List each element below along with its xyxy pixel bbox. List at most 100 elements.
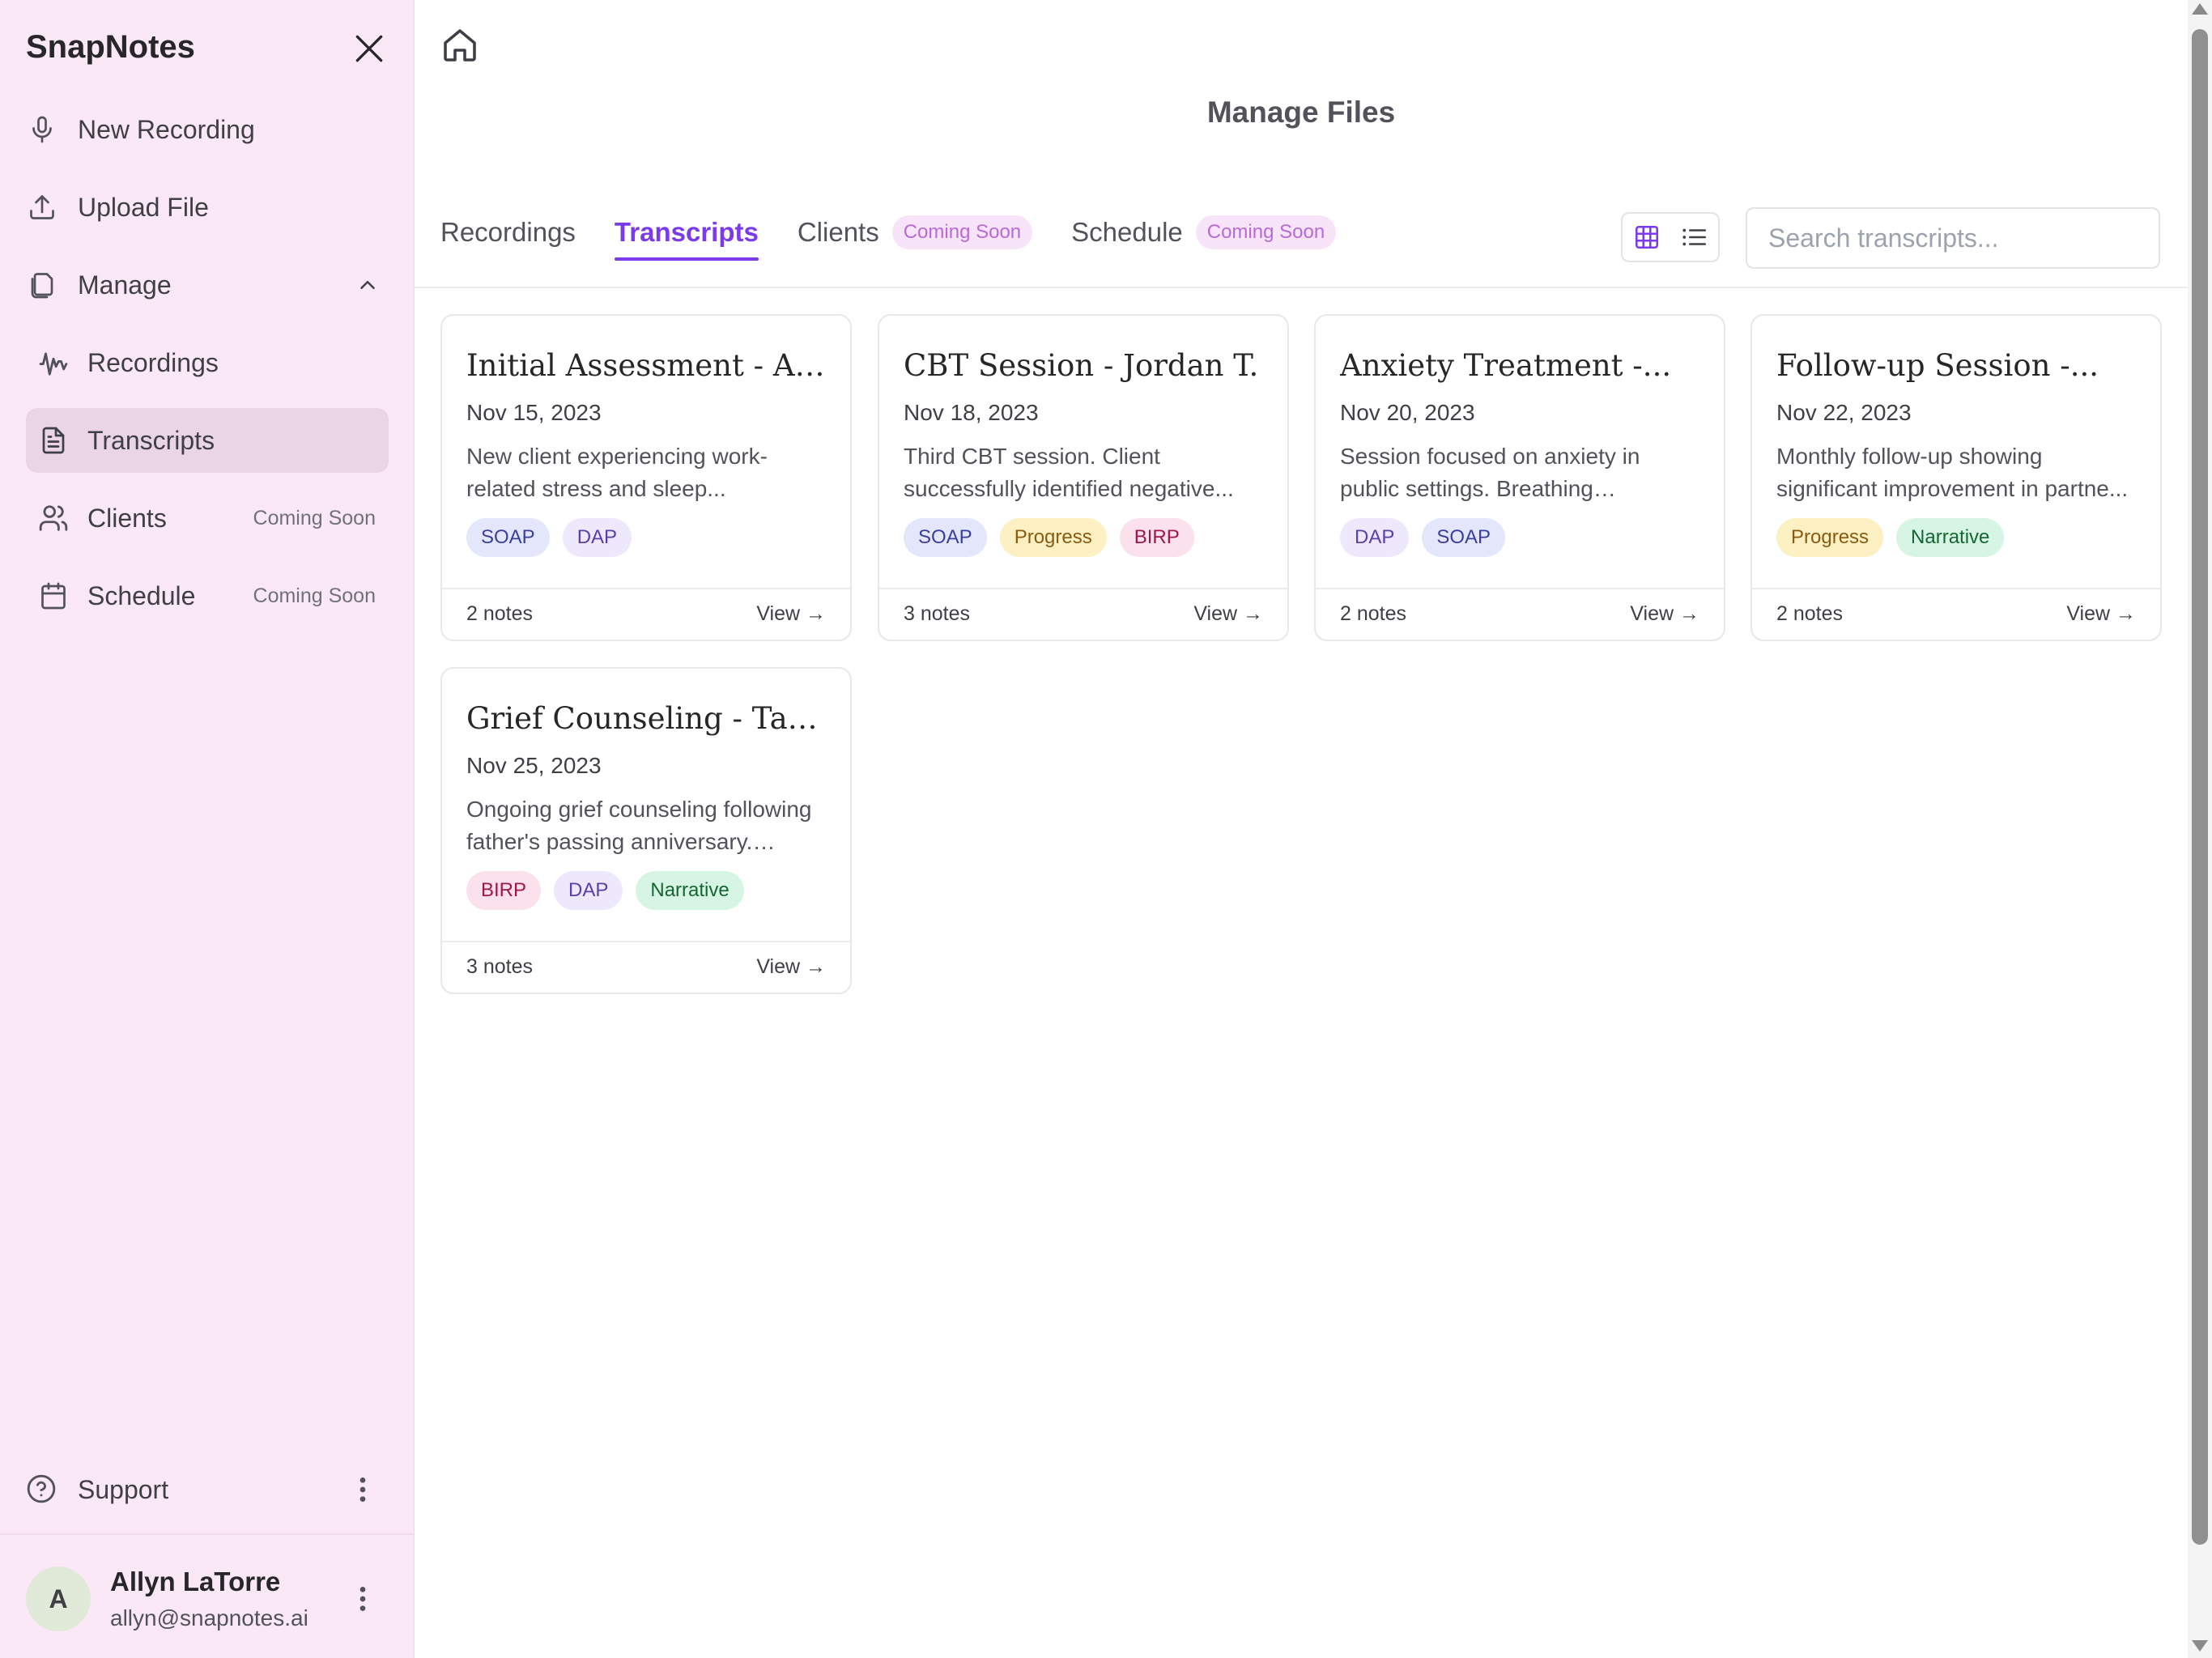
tab-transcripts[interactable]: Transcripts — [614, 212, 759, 261]
divider — [1752, 588, 2160, 589]
card-date: Nov 20, 2023 — [1340, 400, 1475, 425]
sidebar-item-manage[interactable]: Manage — [26, 253, 389, 317]
tab-schedule[interactable]: Schedule Coming Soon — [1071, 212, 1337, 253]
tab-label: Clients — [797, 217, 879, 247]
tag-list: SOAP DAP — [466, 518, 644, 557]
grid-view-button[interactable] — [1623, 214, 1670, 261]
sidebar: SnapNotes New Recording Upload File Mana… — [0, 0, 415, 1658]
grid-icon — [1633, 223, 1661, 251]
card-date: Nov 25, 2023 — [466, 753, 602, 778]
tag-soap: SOAP — [1422, 518, 1506, 557]
user-email: allyn@snapnotes.ai — [110, 1605, 308, 1630]
sidebar-item-label: Clients — [87, 503, 167, 533]
sidebar-item-label: Recordings — [87, 347, 219, 377]
home-button[interactable] — [437, 23, 483, 68]
user-profile: A Allyn LaTorre allyn@snapnotes.ai — [26, 1567, 389, 1639]
notes-count: 2 notes — [466, 602, 534, 625]
divider — [442, 941, 850, 942]
tag-list: SOAP Progress BIRP — [904, 518, 1207, 557]
support-label: Support — [78, 1474, 169, 1504]
view-toggle — [1621, 212, 1720, 262]
tab-bar: Recordings Transcripts Clients Coming Soo… — [440, 212, 1375, 264]
tag-dap: DAP — [1340, 518, 1410, 557]
sidebar-item-upload-file[interactable]: Upload File — [26, 175, 389, 240]
transcript-card[interactable]: Anxiety Treatment -... Nov 20, 2023 Sess… — [1314, 314, 1725, 641]
card-title: Initial Assessment - Al... — [466, 348, 831, 383]
transcript-card[interactable]: CBT Session - Jordan T. Nov 18, 2023 Thi… — [878, 314, 1289, 641]
sidebar-item-clients[interactable]: Clients Coming Soon — [26, 486, 389, 551]
avatar: A — [26, 1567, 91, 1631]
transcript-card[interactable]: Follow-up Session -... Nov 22, 2023 Mont… — [1750, 314, 2162, 641]
tag-narrative: Narrative — [1896, 518, 2005, 557]
sidebar-item-label: Schedule — [87, 580, 196, 610]
card-description: Session focused on anxiety in public set… — [1340, 444, 1640, 501]
tag-birp: BIRP — [1119, 518, 1194, 557]
coming-soon-badge: Coming Soon — [1195, 215, 1337, 249]
sidebar-item-label: New Recording — [78, 114, 255, 144]
page-title: Manage Files — [1206, 96, 1396, 129]
tab-clients[interactable]: Clients Coming Soon — [797, 212, 1033, 253]
sidebar-item-recordings[interactable]: Recordings — [26, 330, 389, 395]
sidebar-item-schedule[interactable]: Schedule Coming Soon — [26, 563, 389, 628]
card-title: Follow-up Session -... — [1776, 348, 2099, 383]
tag-birp: BIRP — [466, 871, 542, 910]
card-title: Grief Counseling - Tayl... — [466, 701, 831, 736]
chevron-up-icon — [351, 269, 384, 301]
sidebar-item-label: Manage — [78, 270, 172, 300]
microphone-icon — [26, 113, 58, 146]
notes-count: 2 notes — [1776, 602, 1844, 625]
sidebar-item-new-recording[interactable]: New Recording — [26, 97, 389, 162]
scroll-down-arrow[interactable] — [2192, 1640, 2208, 1652]
tag-narrative: Narrative — [636, 871, 744, 910]
card-title: Anxiety Treatment -... — [1340, 348, 1672, 383]
scrollbar-thumb[interactable] — [2192, 29, 2208, 1545]
search-input[interactable] — [1746, 207, 2160, 269]
list-view-button[interactable] — [1670, 214, 1718, 261]
sidebar-item-label: Transcripts — [87, 425, 215, 455]
tag-list: DAP SOAP — [1340, 518, 1518, 557]
view-link[interactable]: View → — [1630, 602, 1699, 626]
notes-count: 3 notes — [466, 955, 534, 978]
coming-soon-badge: Coming Soon — [253, 584, 376, 607]
support-link[interactable]: Support — [26, 1457, 389, 1522]
divider — [0, 1533, 415, 1535]
sidebar-item-label: Upload File — [78, 192, 209, 222]
upload-icon — [26, 191, 58, 223]
scroll-up-arrow[interactable] — [2192, 3, 2208, 15]
waveform-icon — [37, 346, 70, 379]
card-description: Monthly follow-up showing significant im… — [1776, 444, 2129, 501]
divider — [1316, 588, 1724, 589]
notes-count: 3 notes — [904, 602, 971, 625]
card-title: CBT Session - Jordan T. — [904, 348, 1259, 383]
tag-list: Progress Narrative — [1776, 518, 2017, 557]
document-icon — [37, 424, 70, 457]
sidebar-item-transcripts[interactable]: Transcripts — [26, 408, 389, 473]
users-icon — [37, 502, 70, 534]
card-description: New client experiencing work-related str… — [466, 444, 768, 501]
support-more-button[interactable] — [347, 1465, 379, 1514]
coming-soon-badge: Coming Soon — [891, 215, 1033, 249]
transcript-card[interactable]: Grief Counseling - Tayl... Nov 25, 2023 … — [440, 667, 852, 994]
transcript-card[interactable]: Initial Assessment - Al... Nov 15, 2023 … — [440, 314, 852, 641]
view-link[interactable]: View → — [756, 602, 826, 626]
calendar-icon — [37, 580, 70, 612]
tag-soap: SOAP — [904, 518, 987, 557]
tag-list: BIRP DAP Narrative — [466, 871, 757, 910]
close-icon — [351, 31, 387, 66]
view-link[interactable]: View → — [756, 955, 826, 979]
card-date: Nov 18, 2023 — [904, 400, 1039, 425]
notes-count: 2 notes — [1340, 602, 1407, 625]
tag-progress: Progress — [1776, 518, 1884, 557]
help-circle-icon — [26, 1473, 58, 1506]
user-menu-button[interactable] — [347, 1575, 379, 1623]
view-link[interactable]: View → — [2066, 602, 2136, 626]
tab-recordings[interactable]: Recordings — [440, 212, 576, 253]
tag-soap: SOAP — [466, 518, 550, 557]
view-link[interactable]: View → — [1193, 602, 1263, 626]
app-logo: SnapNotes — [26, 29, 195, 65]
tab-label: Schedule — [1071, 217, 1183, 247]
tag-dap: DAP — [554, 871, 623, 910]
close-sidebar-button[interactable] — [345, 24, 393, 73]
tab-label: Recordings — [440, 217, 576, 247]
divider — [879, 588, 1287, 589]
